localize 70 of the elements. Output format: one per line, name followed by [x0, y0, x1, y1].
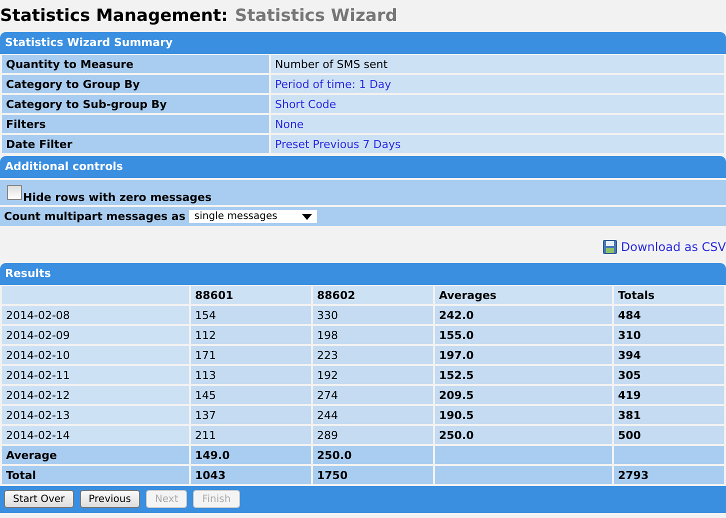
page-title: Statistics Management: — [0, 6, 228, 26]
table-cell: 149.0 — [190, 445, 312, 465]
table-cell: 2014-02-13 — [1, 405, 190, 425]
wizard-button[interactable]: Start Over — [4, 490, 74, 508]
summary-link[interactable]: Preset Previous 7 Days — [270, 134, 725, 154]
table-cell: 137 — [190, 405, 312, 425]
table-cell: 113 — [190, 365, 312, 385]
page-subtitle: Statistics Wizard — [234, 6, 398, 26]
select-label: Count multipart messages as — [4, 210, 186, 223]
section-header: Results — [4, 266, 52, 282]
column-header: Totals — [613, 286, 725, 305]
table-cell: 2014-02-08 — [1, 305, 190, 325]
summary-value: Number of SMS sent — [270, 54, 725, 74]
table-cell: 145 — [190, 385, 312, 405]
table-cell: 1750 — [312, 465, 434, 485]
table-cell: 2014-02-11 — [1, 365, 190, 385]
table-cell: 171 — [190, 345, 312, 365]
table-cell: 381 — [613, 405, 725, 425]
section-header: Additional controls — [4, 159, 124, 175]
table-cell: 155.0 — [434, 325, 613, 345]
summary-link[interactable]: Period of time: 1 Day — [270, 74, 725, 94]
summary-label: Filters — [1, 114, 270, 134]
table-cell: 330 — [312, 305, 434, 325]
table-cell: 112 — [190, 325, 312, 345]
table-cell: 500 — [613, 425, 725, 445]
table-cell: 2014-02-09 — [1, 325, 190, 345]
table-cell: 305 — [613, 365, 725, 385]
table-cell: 154 — [190, 305, 312, 325]
summary-label: Category to Group By — [1, 74, 270, 94]
table-cell: 2014-02-14 — [1, 425, 190, 445]
section-header: Statistics Wizard Summary — [4, 35, 174, 51]
table-cell: 289 — [312, 425, 434, 445]
table-cell: 2014-02-10 — [1, 345, 190, 365]
table-cell: Total — [1, 465, 190, 485]
caret-icon — [302, 214, 312, 220]
table-cell: 209.5 — [434, 385, 613, 405]
column-header: 88601 — [190, 286, 312, 305]
table-cell: 2793 — [613, 465, 725, 485]
summary-label: Category to Sub-group By — [1, 94, 270, 114]
column-header: 88602 — [312, 286, 434, 305]
table-cell: Average — [1, 445, 190, 465]
table-cell: 2014-02-12 — [1, 385, 190, 405]
table-cell: 152.5 — [434, 365, 613, 385]
summary-link[interactable]: None — [270, 114, 725, 134]
table-cell: 250.0 — [312, 445, 434, 465]
table-cell: 274 — [312, 385, 434, 405]
download-link[interactable]: Download as CSV — [620, 240, 726, 254]
column-header: Averages — [434, 286, 613, 305]
table-cell: 242.0 — [434, 305, 613, 325]
table-cell: 211 — [190, 425, 312, 445]
summary-label: Date Filter — [1, 134, 270, 154]
table-cell: 394 — [613, 345, 725, 365]
table-cell: 310 — [613, 325, 725, 345]
table-cell: 190.5 — [434, 405, 613, 425]
table-cell: 244 — [312, 405, 434, 425]
dropdown[interactable]: single messages — [189, 210, 318, 223]
summary-link[interactable]: Short Code — [270, 94, 725, 114]
table-cell: 192 — [312, 365, 434, 385]
table-cell: 198 — [312, 325, 434, 345]
table-cell: 419 — [613, 385, 725, 405]
table-cell: 223 — [312, 345, 434, 365]
table-cell: 197.0 — [434, 345, 613, 365]
wizard-button[interactable]: Previous — [80, 490, 140, 508]
checkbox[interactable] — [7, 185, 22, 200]
table-cell: 250.0 — [434, 425, 613, 445]
table-cell: 484 — [613, 305, 725, 325]
checkbox-label: Hide rows with zero messages — [23, 191, 212, 204]
save-icon[interactable] — [602, 240, 617, 254]
summary-label: Quantity to Measure — [1, 54, 270, 74]
table-cell: 1043 — [190, 465, 312, 485]
